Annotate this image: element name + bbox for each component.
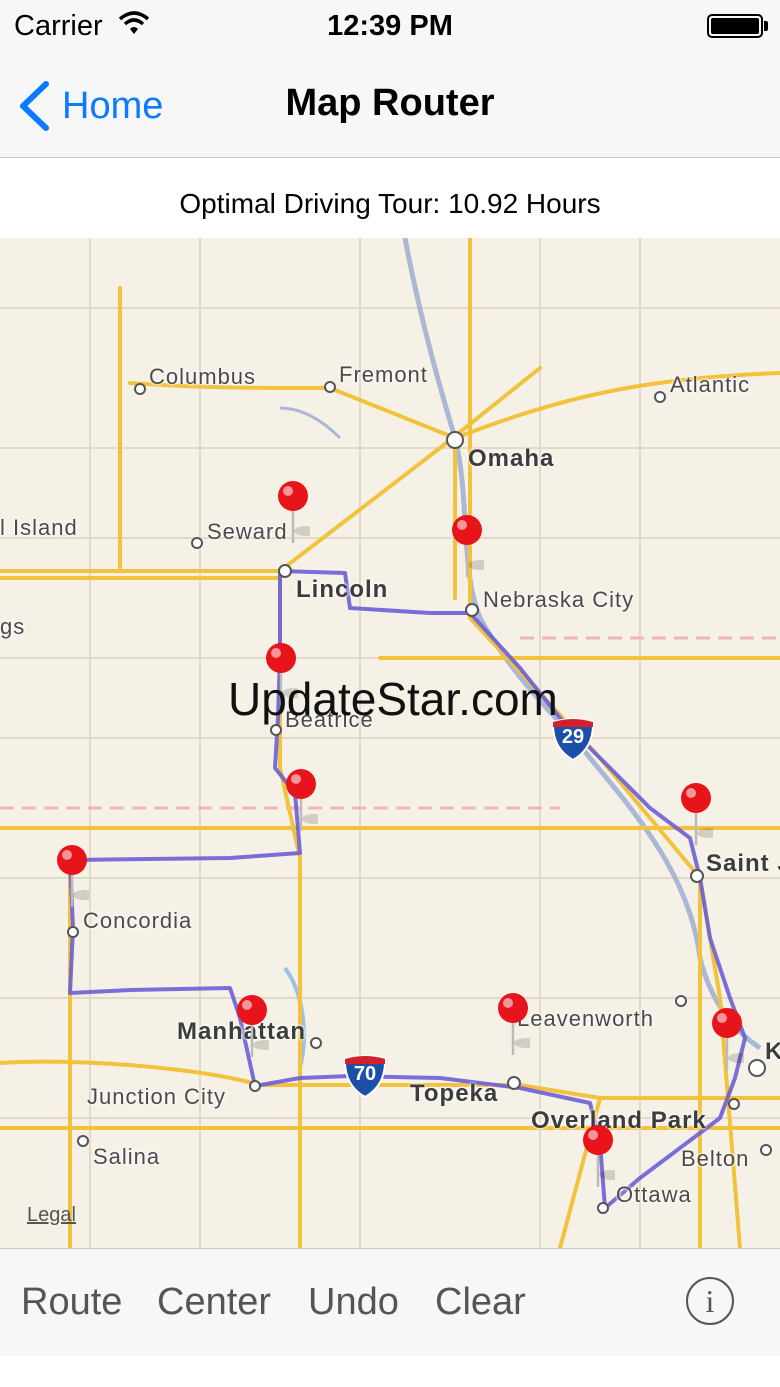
map-pin[interactable] bbox=[276, 479, 310, 549]
city-label-concordia: Concordia bbox=[83, 908, 193, 933]
interstate-70-shield: 70 bbox=[342, 1053, 388, 1099]
map-pin[interactable] bbox=[284, 767, 318, 837]
tour-summary-text: Optimal Driving Tour: 10.92 Hours bbox=[179, 188, 601, 219]
city-label-lincoln: Lincoln bbox=[296, 576, 389, 603]
status-bar: Carrier 12:39 PM bbox=[0, 0, 780, 56]
clear-button[interactable]: Clear bbox=[435, 1281, 526, 1324]
city-label-saint-joseph: Saint J bbox=[706, 850, 780, 877]
city-label-kansas-city: K bbox=[765, 1038, 780, 1065]
city-label-fremont: Fremont bbox=[339, 362, 428, 387]
city-label-ottawa: Ottawa bbox=[616, 1182, 692, 1207]
map-pin[interactable] bbox=[235, 993, 269, 1063]
map-view[interactable]: Columbus Fremont Atlantic Omaha l Island… bbox=[0, 238, 780, 1248]
map-pin[interactable] bbox=[679, 781, 713, 851]
navigation-bar: Home Map Router bbox=[0, 56, 780, 158]
watermark: UpdateStar.com bbox=[228, 673, 558, 725]
city-label-hastings: gs bbox=[0, 614, 26, 639]
city-label-leavenworth: Leavenworth bbox=[517, 1006, 654, 1031]
city-label-overland-park: Overland Park bbox=[531, 1107, 707, 1134]
city-label-junction-city: Junction City bbox=[87, 1084, 226, 1109]
center-button[interactable]: Center bbox=[157, 1281, 271, 1324]
city-label-salina: Salina bbox=[93, 1144, 161, 1169]
city-label-grand-island: l Island bbox=[0, 515, 78, 540]
interstate-70-number: 70 bbox=[353, 1063, 377, 1085]
clock: 12:39 PM bbox=[327, 10, 453, 42]
interstate-29-number: 29 bbox=[561, 726, 585, 748]
map-pin[interactable] bbox=[710, 1006, 744, 1076]
city-label-columbus: Columbus bbox=[149, 364, 257, 389]
city-label-atlantic: Atlantic bbox=[670, 372, 751, 397]
undo-button[interactable]: Undo bbox=[308, 1281, 399, 1324]
city-label-belton: Belton bbox=[681, 1146, 750, 1171]
bottom-toolbar: Route Center Undo Clear i bbox=[0, 1248, 780, 1357]
map-pin[interactable] bbox=[496, 991, 530, 1061]
battery-icon bbox=[707, 14, 763, 38]
map-pin[interactable] bbox=[581, 1123, 615, 1193]
map-pin[interactable] bbox=[55, 843, 89, 913]
page-title: Map Router bbox=[285, 82, 495, 124]
info-icon[interactable]: i bbox=[686, 1277, 734, 1325]
map-pin[interactable] bbox=[450, 513, 484, 583]
city-label-omaha: Omaha bbox=[468, 445, 555, 472]
bottom-strip bbox=[0, 1356, 780, 1387]
city-label-topeka: Topeka bbox=[410, 1080, 499, 1107]
legal-link[interactable]: Legal bbox=[27, 1204, 76, 1227]
route-button[interactable]: Route bbox=[21, 1281, 122, 1324]
city-label-nebraska-city: Nebraska City bbox=[483, 587, 635, 612]
tour-summary: Optimal Driving Tour: 10.92 Hours bbox=[0, 158, 780, 238]
